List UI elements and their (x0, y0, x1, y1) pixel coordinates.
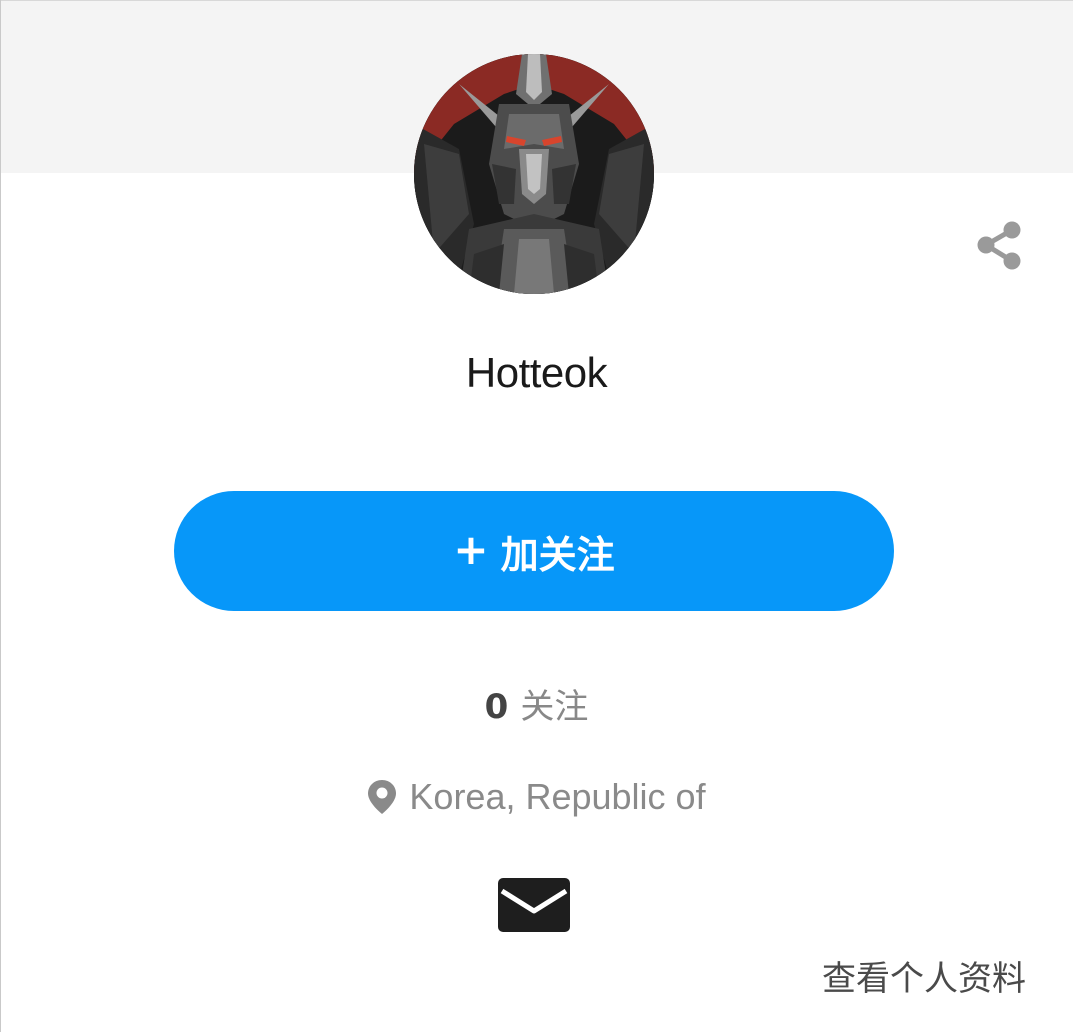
following-label: 关注 (520, 687, 589, 727)
mail-icon (498, 878, 570, 932)
plus-icon: + (453, 524, 489, 574)
avatar[interactable] (414, 54, 654, 294)
robot-avatar-image (414, 54, 654, 294)
location: Korea, Republic of (0, 774, 1073, 820)
username: Hotteok (465, 349, 608, 396)
share-icon (977, 221, 1021, 270)
following-stat[interactable]: 0 关注 (0, 684, 1073, 730)
follow-button-label: 加关注 (500, 532, 615, 577)
message-button[interactable] (497, 877, 571, 933)
view-profile-link[interactable]: 查看个人资料 (822, 956, 1026, 1002)
follow-button[interactable]: + 加关注 (174, 491, 894, 611)
share-button[interactable] (970, 216, 1028, 274)
location-pin-icon (368, 780, 397, 814)
following-count: 0 (484, 687, 509, 727)
location-text: Korea, Republic of (409, 776, 706, 817)
